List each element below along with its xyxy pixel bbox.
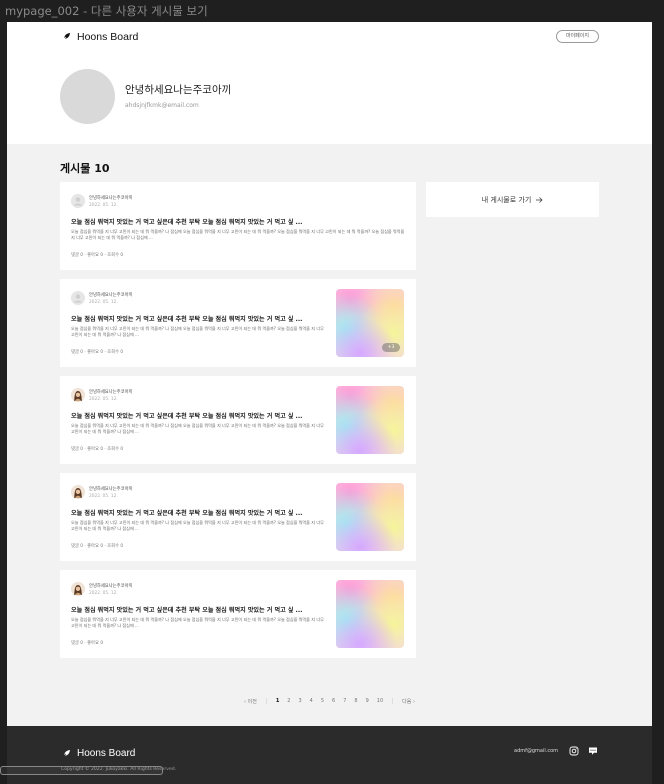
page-number[interactable]: 8 xyxy=(350,698,361,704)
post-author-row: 안녕하세요나는주코아끼 2022. 05. 12. xyxy=(71,387,132,403)
post-date: 2022. 05. 12. xyxy=(89,396,118,402)
post-excerpt: 오늘 점심을 뭐먹을 지 너무 고민이 되는 데 뭐 먹을까? 나 점심에 오늘… xyxy=(71,520,324,531)
page-number[interactable]: 2 xyxy=(283,698,294,704)
default-avatar-icon xyxy=(71,194,85,208)
next-page-button[interactable]: 다음 › xyxy=(398,698,419,705)
page-number[interactable]: 4 xyxy=(306,698,317,704)
post-card[interactable]: 안녕하세요나는주코아끼 2022. 05. 12. 오늘 점심 뭐먹지 맛있는 … xyxy=(60,279,416,367)
post-author-meta: 안녕하세요나는주코아끼 2022. 05. 12. xyxy=(89,486,132,499)
post-author-row: 안녕하세요나는주코아끼 2022. 05. 12. xyxy=(71,581,132,597)
post-date: 2022. 05. 12. xyxy=(89,299,118,305)
post-title[interactable]: 오늘 점심 뭐먹지 맛있는 거 먹고 싶은데 추천 부탁 오늘 점심 뭐먹지 맛… xyxy=(71,314,326,323)
author-avatar xyxy=(71,485,85,499)
post-thumbnail[interactable] xyxy=(336,580,404,648)
post-author-row: 안녕하세요나는주코아끼 2022. 05. 12. xyxy=(71,193,132,209)
post-date: 2022. 05. 12. xyxy=(89,493,118,499)
post-author: 안녕하세요나는주코아끼 xyxy=(89,389,133,395)
post-thumbnail[interactable] xyxy=(336,483,404,551)
post-author: 안녕하세요나는주코아끼 xyxy=(89,195,133,201)
frame-title: mypage_002 - 다른 사용자 게시물 보기 xyxy=(0,0,664,22)
page-number[interactable]: 6 xyxy=(328,698,339,704)
post-card[interactable]: 안녕하세요나는주코아끼 2022. 05. 12. 오늘 점심 뭐먹지 맛있는 … xyxy=(60,182,416,270)
mypage-button[interactable]: 마이페이지 xyxy=(556,30,599,43)
post-title[interactable]: 오늘 점심 뭐먹지 맛있는 거 먹고 싶은데 추천 부탁 오늘 점심 뭐먹지 맛… xyxy=(71,605,326,614)
post-date: 2022. 05. 12. xyxy=(89,590,118,596)
post-excerpt: 오늘 점심을 뭐먹을 지 너무 고민이 되는 데 뭐 먹을까? 나 점심에 오늘… xyxy=(71,326,324,337)
post-date: 2022. 05. 12. xyxy=(89,202,118,208)
page-number[interactable]: 10 xyxy=(373,698,387,704)
post-stats: 댓글 0 · 좋아요 0 · 조회수 0 xyxy=(71,350,124,355)
horizontal-scrollbar[interactable] xyxy=(0,766,163,775)
post-thumbnail[interactable] xyxy=(336,386,404,454)
post-stats: 댓글 0 · 좋아요 0 xyxy=(71,641,104,646)
pagination-divider xyxy=(392,698,394,704)
page-number[interactable]: 1 xyxy=(272,698,283,704)
logo[interactable]: Hoons Board xyxy=(61,30,138,44)
profile-email: ahdsjnjfkmk@email.com xyxy=(125,102,199,109)
post-excerpt: 오늘 점심을 뭐먹을 지 너무 고민이 되는 데 뭐 먹을까? 나 점심에 오늘… xyxy=(71,423,324,434)
post-stats: 댓글 0 · 좋아요 0 · 조회수 0 xyxy=(71,253,124,258)
page-canvas: Hoons Board 마이페이지 안녕하세요나는주코아끼 ahdsjnjfkm… xyxy=(7,22,652,784)
page-number[interactable]: 5 xyxy=(317,698,328,704)
post-author: 안녕하세요나는주코아끼 xyxy=(89,292,133,298)
chat-bubble-icon[interactable] xyxy=(588,746,598,756)
page-number[interactable]: 7 xyxy=(339,698,350,704)
footer-logo-text: Hoons Board xyxy=(77,748,136,759)
pagination-divider xyxy=(265,698,267,704)
profile-name: 안녕하세요나는주코아끼 xyxy=(125,84,232,96)
page-number[interactable]: 3 xyxy=(294,698,305,704)
footer-email[interactable]: admf@gmail.com xyxy=(514,748,558,754)
post-card[interactable]: 안녕하세요나는주코아끼 2022. 05. 12. 오늘 점심 뭐먹지 맛있는 … xyxy=(60,376,416,464)
feather-icon xyxy=(61,32,71,42)
posts-count-title: 게시물 10 xyxy=(60,162,110,175)
post-title[interactable]: 오늘 점심 뭐먹지 맛있는 거 먹고 싶은데 추천 부탁 오늘 점심 뭐먹지 맛… xyxy=(71,411,326,420)
post-author-row: 안녕하세요나는주코아끼 2022. 05. 12. xyxy=(71,290,132,306)
page-number[interactable]: 9 xyxy=(362,698,373,704)
logo-text: Hoons Board xyxy=(77,31,139,43)
post-stats: 댓글 0 · 좋아요 0 · 조회수 0 xyxy=(71,447,124,452)
post-author-meta: 안녕하세요나는주코아끼 2022. 05. 12. xyxy=(89,389,132,402)
post-card[interactable]: 안녕하세요나는주코아끼 2022. 05. 12. 오늘 점심 뭐먹지 맛있는 … xyxy=(60,570,416,658)
pagination: ‹ 이전 1 2 3 4 5 6 7 8 9 10 다음 › xyxy=(7,694,652,708)
post-title[interactable]: 오늘 점심 뭐먹지 맛있는 거 먹고 싶은데 추천 부탁 오늘 점심 뭐먹지 맛… xyxy=(71,508,326,517)
post-author-meta: 안녕하세요나는주코아끼 2022. 05. 12. xyxy=(89,583,132,596)
post-thumbnail[interactable]: +3 xyxy=(336,289,404,357)
post-stats: 댓글 0 · 좋아요 0 · 조회수 0 xyxy=(71,544,124,549)
post-author-row: 안녕하세요나는주코아끼 2022. 05. 12. xyxy=(71,484,132,500)
footer-logo[interactable]: Hoons Board xyxy=(61,748,135,759)
prev-page-button[interactable]: ‹ 이전 xyxy=(240,698,261,705)
image-count-badge: +3 xyxy=(382,343,400,352)
post-author-meta: 안녕하세요나는주코아끼 2022. 05. 12. xyxy=(89,292,132,305)
instagram-icon[interactable] xyxy=(569,746,579,756)
arrow-right-icon xyxy=(535,196,543,204)
feather-icon xyxy=(61,749,71,759)
profile-avatar xyxy=(60,69,115,124)
goto-my-posts-label: 내 게시물로 가기 xyxy=(481,195,532,204)
post-author: 안녕하세요나는주코아끼 xyxy=(89,486,133,492)
post-title[interactable]: 오늘 점심 뭐먹지 맛있는 거 먹고 싶은데 추천 부탁 오늘 점심 뭐먹지 맛… xyxy=(71,217,405,226)
header: Hoons Board 마이페이지 안녕하세요나는주코아끼 ahdsjnjfkm… xyxy=(7,22,652,144)
post-author: 안녕하세요나는주코아끼 xyxy=(89,583,133,589)
default-avatar-icon xyxy=(71,291,85,305)
post-excerpt: 오늘 점심을 뭐먹을 지 너무 고민이 되는 데 뭐 먹을까? 나 점심에 오늘… xyxy=(71,617,324,628)
author-avatar xyxy=(71,388,85,402)
post-card[interactable]: 안녕하세요나는주코아끼 2022. 05. 12. 오늘 점심 뭐먹지 맛있는 … xyxy=(60,473,416,561)
post-author-meta: 안녕하세요나는주코아끼 2022. 05. 12. xyxy=(89,195,132,208)
post-excerpt: 오늘 점심을 뭐먹을 지 너무 고민이 되는 데 뭐 먹을까? 나 점심에 오늘… xyxy=(71,229,405,240)
footer: Hoons Board Copyright © 2022. Jukoyakki.… xyxy=(7,726,652,784)
goto-my-posts-button[interactable]: 내 게시물로 가기 xyxy=(426,182,599,217)
author-avatar xyxy=(71,582,85,596)
